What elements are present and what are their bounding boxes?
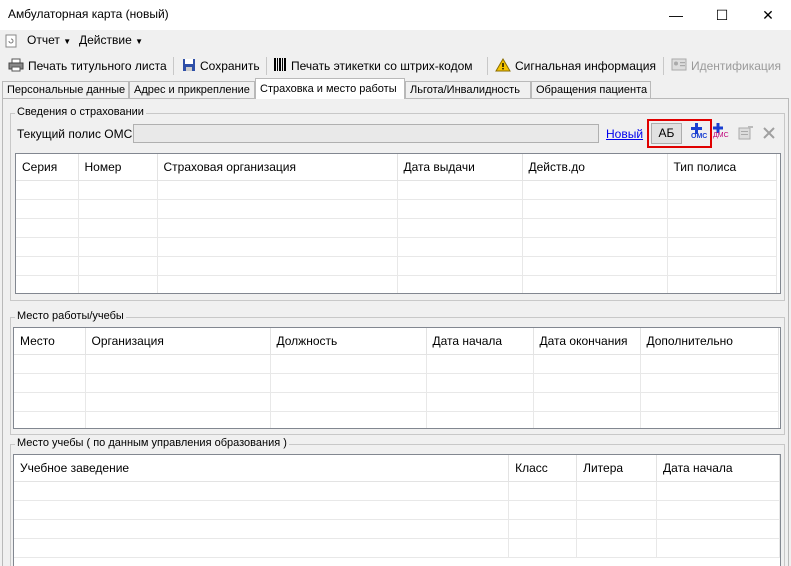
chevron-down-icon: ▼ <box>135 37 144 46</box>
edit-icon <box>738 125 754 143</box>
column-header[interactable]: Дата начала <box>656 455 780 482</box>
printer-icon <box>8 58 24 75</box>
identification-label: Идентификация <box>691 59 781 73</box>
tab-label: Льгота/Инвалидность <box>410 84 520 96</box>
chevron-down-icon: ▼ <box>63 37 72 46</box>
table-row <box>16 237 777 257</box>
tab-patient-visits[interactable]: Обращения пациента <box>531 81 651 98</box>
table-header-row: Серия Номер Страховая организация Дата в… <box>16 154 777 181</box>
table-row <box>14 538 780 558</box>
menu-bar: Отчет ▼ Действие ▼ <box>0 30 791 52</box>
column-header[interactable]: Дополнительно <box>640 328 779 355</box>
title-bar: Амбулаторная карта (новый) — ☐ ✕ <box>0 0 791 30</box>
save-button[interactable]: Сохранить <box>182 57 260 75</box>
minimize-button[interactable]: — <box>653 0 699 30</box>
warning-icon <box>495 57 511 75</box>
toolbar-divider <box>663 57 664 75</box>
table-row <box>14 354 779 374</box>
column-header[interactable]: Организация <box>85 328 271 355</box>
refresh-icon[interactable] <box>4 34 18 51</box>
print-barcode-button[interactable]: Печать этикетки со штрих-кодом <box>273 57 473 75</box>
add-oms-button[interactable]: ОМС <box>686 123 708 145</box>
table-row <box>16 180 777 200</box>
tab-label: Адрес и прикрепление <box>134 84 250 96</box>
toolbar-divider <box>487 57 488 75</box>
print-title-button[interactable]: Печать титульного листа <box>8 57 167 75</box>
column-header[interactable]: Класс <box>508 455 578 482</box>
save-label: Сохранить <box>200 59 260 73</box>
identification-button[interactable]: Идентификация <box>671 57 781 75</box>
tab-insurance[interactable]: Страховка и место работы <box>255 78 405 99</box>
tab-benefits[interactable]: Льгота/Инвалидность <box>405 81 531 98</box>
column-header[interactable]: Действ.до <box>522 154 668 181</box>
work-table[interactable]: Место Организация Должность Дата начала … <box>13 327 781 429</box>
menu-action[interactable]: Действие ▼ <box>79 33 143 47</box>
print-title-label: Печать титульного листа <box>28 59 167 73</box>
tab-label: Страховка и место работы <box>260 83 397 95</box>
table-header-row: Учебное заведение Класс Литера Дата нача… <box>14 455 780 482</box>
tab-address[interactable]: Адрес и прикрепление <box>129 81 255 98</box>
signal-info-button[interactable]: Сигнальная информация <box>495 57 656 75</box>
signal-info-label: Сигнальная информация <box>515 59 656 73</box>
table-row <box>16 199 777 219</box>
edit-policy-button[interactable] <box>735 123 757 145</box>
close-icon <box>762 126 776 143</box>
ab-button[interactable]: АБ <box>651 123 682 144</box>
work-group-title: Место работы/учебы <box>15 310 126 322</box>
window-title: Амбулаторная карта (новый) <box>8 7 169 21</box>
add-oms-icon: ОМС <box>686 123 708 145</box>
tab-personal-data[interactable]: Персональные данные <box>2 81 129 98</box>
table-header-row: Место Организация Должность Дата начала … <box>14 328 779 355</box>
column-header[interactable]: Дата окончания <box>533 328 641 355</box>
table-row <box>14 481 780 501</box>
toolbar-divider <box>266 57 267 75</box>
maximize-button[interactable]: ☐ <box>699 0 745 30</box>
column-header[interactable]: Место <box>14 328 86 355</box>
column-header[interactable]: Страховая организация <box>157 154 398 181</box>
delete-policy-button[interactable] <box>758 123 780 145</box>
column-header[interactable]: Учебное заведение <box>14 455 510 482</box>
table-row <box>14 392 779 412</box>
insurance-table[interactable]: Серия Номер Страховая организация Дата в… <box>15 153 781 294</box>
menu-report[interactable]: Отчет ▼ <box>27 33 71 47</box>
current-policy-label: Текущий полис ОМС <box>17 127 133 141</box>
study-table[interactable]: Учебное заведение Класс Литера Дата нача… <box>13 454 781 566</box>
column-header[interactable]: Литера <box>576 455 658 482</box>
table-row <box>16 275 777 293</box>
dms-label: ДМС <box>713 132 729 139</box>
column-header[interactable]: Дата начала <box>426 328 534 355</box>
table-row <box>14 373 779 393</box>
table-row <box>14 411 779 428</box>
column-header[interactable]: Серия <box>16 154 79 181</box>
toolbar-divider <box>173 57 174 75</box>
toolbar: Печать титульного листа Сохранить Печать… <box>0 54 791 78</box>
study-group-title: Место учебы ( по данным управления образ… <box>15 437 289 449</box>
floppy-icon <box>182 58 196 75</box>
tab-label: Обращения пациента <box>536 84 648 96</box>
add-dms-button[interactable]: ДМС <box>710 121 732 143</box>
oms-label: ОМС <box>691 133 708 140</box>
print-barcode-label: Печать этикетки со штрих-кодом <box>291 59 473 73</box>
tab-label: Персональные данные <box>7 84 126 96</box>
column-header[interactable]: Номер <box>78 154 158 181</box>
current-policy-field[interactable] <box>133 124 599 143</box>
id-card-icon <box>671 58 687 74</box>
new-policy-link[interactable]: Новый <box>606 127 643 141</box>
table-row <box>16 256 777 276</box>
barcode-icon <box>273 57 287 75</box>
table-row <box>14 500 780 520</box>
column-header[interactable]: Дата выдачи <box>397 154 523 181</box>
ab-button-label: АБ <box>658 126 675 140</box>
column-header[interactable]: Тип полиса <box>667 154 777 181</box>
table-row <box>16 218 777 238</box>
add-dms-icon: ДМС <box>710 121 732 143</box>
column-header[interactable]: Должность <box>270 328 427 355</box>
menu-report-label: Отчет <box>27 33 60 47</box>
menu-action-label: Действие <box>79 33 132 47</box>
table-row <box>14 519 780 539</box>
close-button[interactable]: ✕ <box>745 0 791 30</box>
insurance-group-title: Сведения о страховании <box>15 106 146 118</box>
